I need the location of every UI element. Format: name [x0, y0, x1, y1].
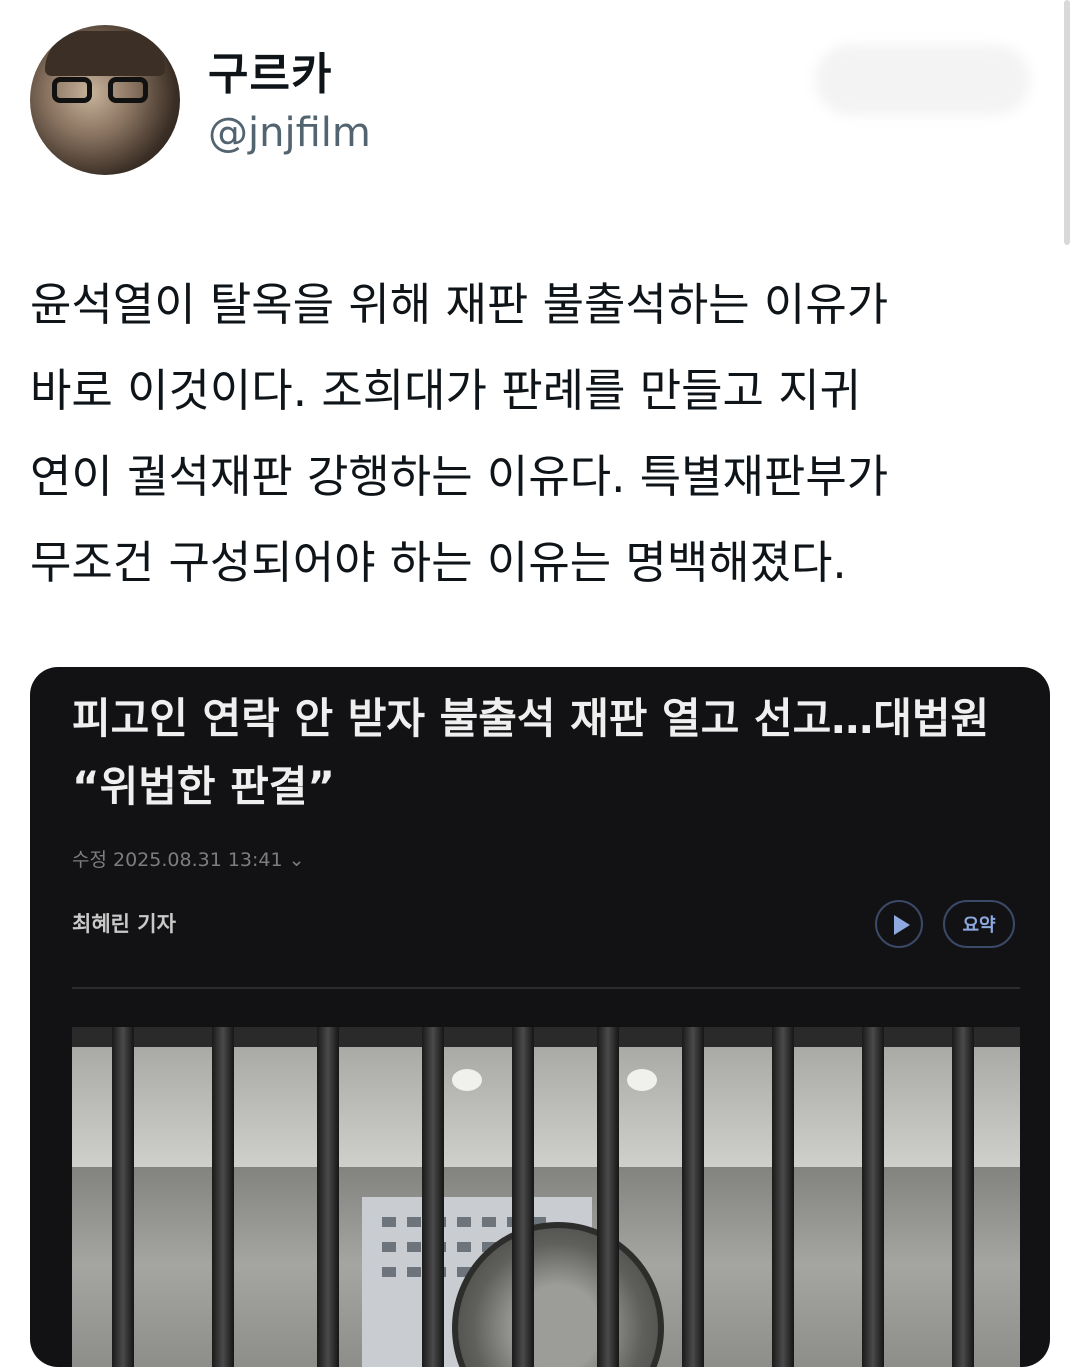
article-byline[interactable]: 최혜린 기자 [72, 908, 176, 938]
tweet-text: 윤석열이 탈옥을 위해 재판 불출석하는 이유가 바로 이것이다. 조희대가 판… [30, 278, 889, 589]
display-name[interactable]: 구르카 [208, 38, 332, 102]
article-headline[interactable]: 피고인 연락 안 받자 불출석 재판 열고 선고…대법원 “위법한 판결” [72, 685, 1022, 821]
article-dateline[interactable]: 수정 2025.08.31 13:41 ⌄ [72, 845, 305, 872]
play-audio-button[interactable] [875, 900, 923, 948]
article-photo [72, 1027, 1020, 1367]
avatar[interactable] [30, 25, 180, 175]
scrollbar[interactable] [1064, 0, 1070, 245]
play-icon [894, 915, 910, 935]
avatar-glasses [52, 77, 156, 105]
avatar-hair [45, 31, 165, 76]
follow-button-blurred[interactable] [815, 45, 1030, 115]
user-handle[interactable]: @jnjfilm [208, 110, 371, 156]
summary-button[interactable]: 요약 [943, 900, 1015, 948]
divider [72, 987, 1020, 989]
article-card[interactable]: 피고인 연락 안 받자 불출석 재판 열고 선고…대법원 “위법한 판결” 수정… [30, 667, 1050, 1367]
